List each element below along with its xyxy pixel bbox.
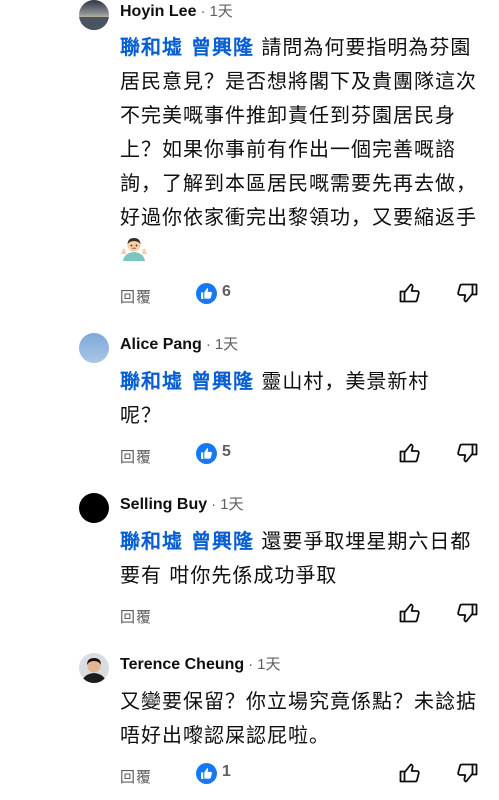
thumbs-up-icon [196, 763, 217, 784]
author-line: Terence Cheung · 1天 [120, 653, 281, 675]
timestamp[interactable]: 1天 [257, 656, 280, 673]
like-count: 1 [222, 763, 231, 780]
thumb-up-outline-icon[interactable] [398, 761, 422, 785]
reply-button[interactable]: 回覆 [120, 766, 152, 787]
author-name[interactable]: Terence Cheung [120, 656, 244, 673]
comment-item: Terence Cheung · 1天 又變要保留？你立場究竟係點？未諗掂唔好出嚟認… [0, 0, 499, 800]
avatar[interactable] [79, 653, 109, 683]
comment-body: 又變要保留？你立場究竟係點？未諗掂唔好出嚟認屎認屁啦。 [120, 689, 477, 747]
comment-text: 又變要保留？你立場究竟係點？未諗掂唔好出嚟認屎認屁啦。 [120, 684, 480, 752]
separator: · [248, 656, 254, 673]
thumb-down-outline-icon[interactable] [455, 761, 479, 785]
comment-actions: 回覆 1 [0, 760, 499, 790]
